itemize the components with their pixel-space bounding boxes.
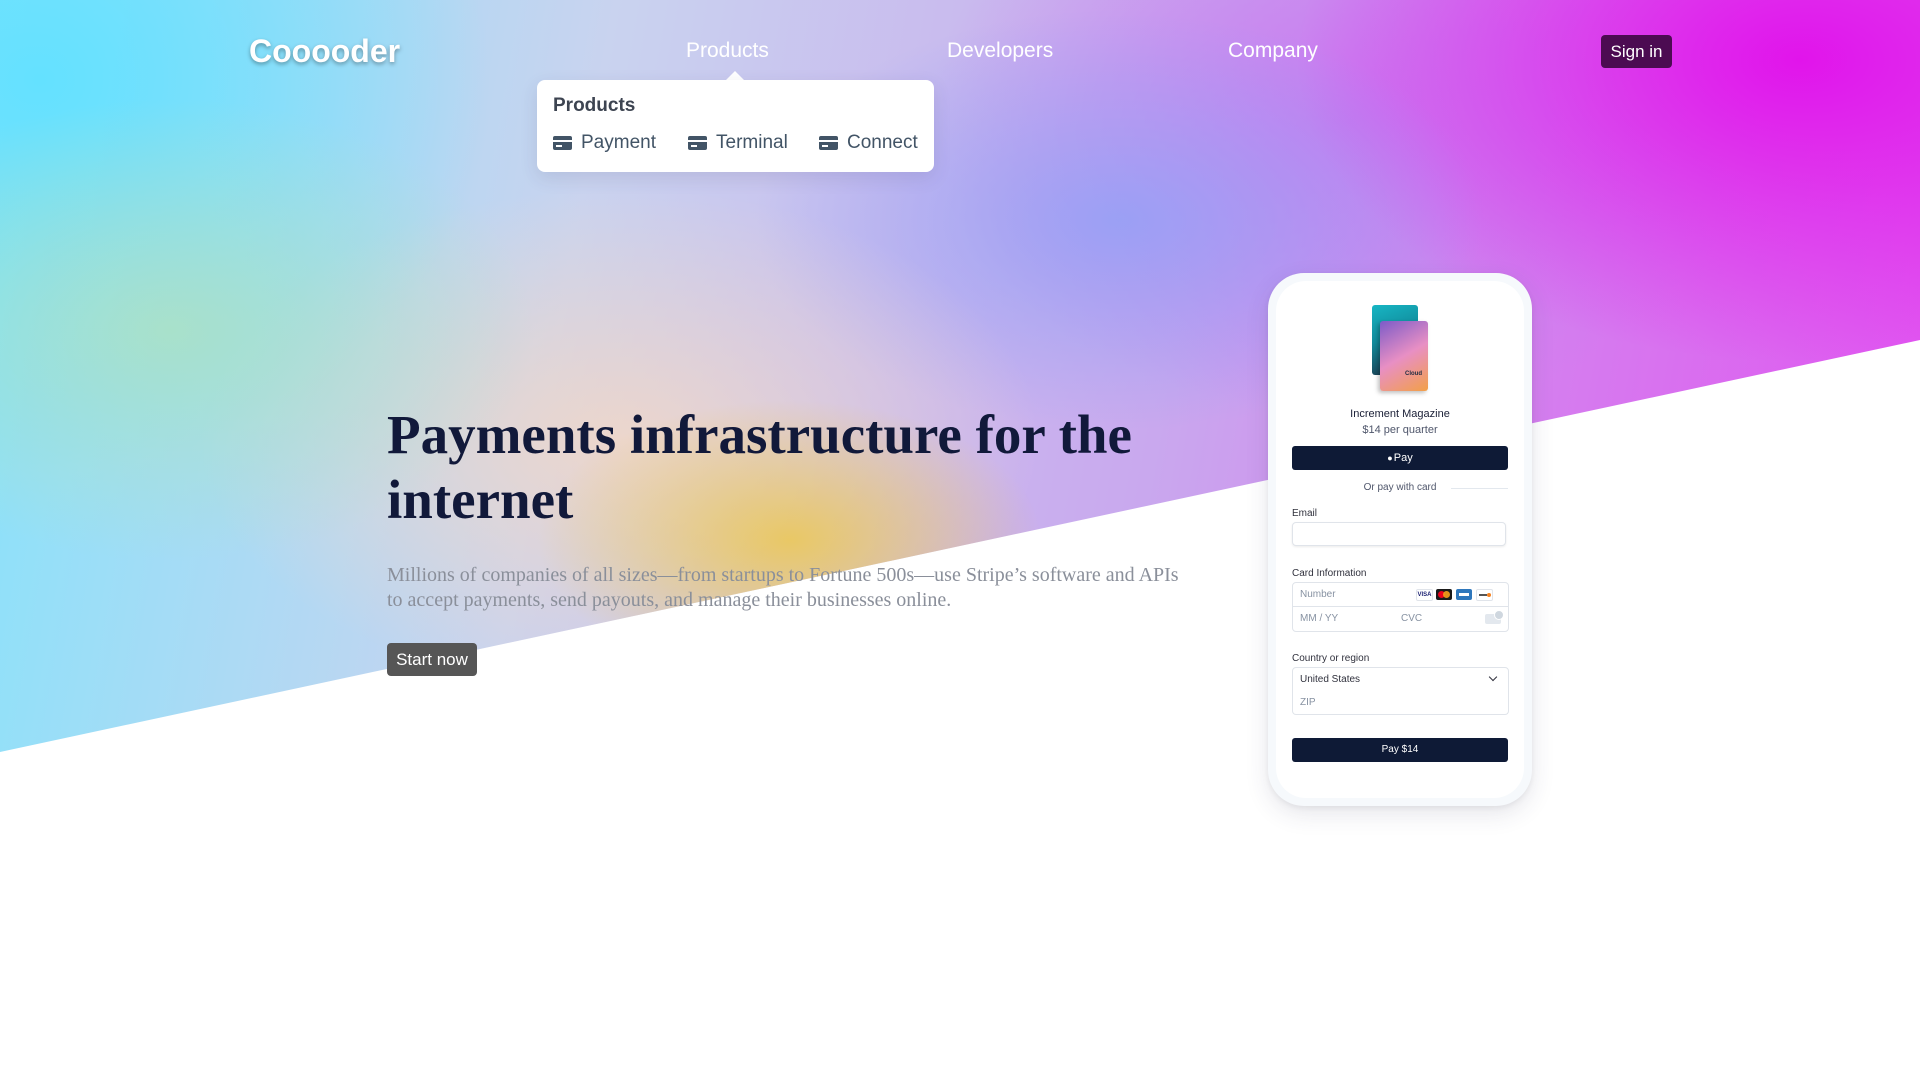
dropdown-item-label: Terminal xyxy=(716,132,788,153)
dropdown-title: Products xyxy=(553,95,636,116)
credit-card-icon xyxy=(688,136,707,150)
pay-button[interactable]: Pay $14 xyxy=(1292,738,1508,762)
card-cvc-field[interactable]: CVC xyxy=(1401,607,1508,631)
apple-logo-icon: ● xyxy=(1387,453,1393,463)
credit-card-icon xyxy=(553,136,572,150)
zip-placeholder: ZIP xyxy=(1300,697,1316,708)
email-field[interactable] xyxy=(1292,522,1506,546)
cvc-placeholder: CVC xyxy=(1401,613,1423,624)
card-expiry-field[interactable]: MM / YY xyxy=(1293,607,1400,631)
card-information-label: Card Information xyxy=(1292,568,1367,579)
dropdown-item-connect[interactable]: Connect xyxy=(819,132,918,154)
sign-in-button[interactable]: Sign in xyxy=(1601,35,1672,68)
apple-pay-label: Pay xyxy=(1393,452,1413,464)
mastercard-icon xyxy=(1436,589,1452,600)
email-label: Email xyxy=(1292,508,1318,519)
dropdown-item-terminal[interactable]: Terminal xyxy=(688,132,788,154)
card-information-group: Number VISA MM / YY CVC xyxy=(1292,582,1509,632)
start-now-button[interactable]: Start now xyxy=(387,643,477,676)
dropdown-item-label: Payment xyxy=(581,132,656,153)
checkout-screen: Cloud Increment Magazine $14 per quarter… xyxy=(1276,281,1524,798)
product-price: $14 per quarter xyxy=(1362,424,1438,436)
hero-subtext: Millions of companies of all sizes—from … xyxy=(387,564,1179,611)
hero-gradient-background xyxy=(0,0,1920,752)
visa-icon: VISA xyxy=(1416,589,1433,601)
country-label: Country or region xyxy=(1292,653,1370,664)
magazine-cover-text: Cloud xyxy=(1405,371,1422,377)
chevron-down-icon xyxy=(1488,672,1498,682)
phone-mockup: Cloud Increment Magazine $14 per quarter… xyxy=(1268,273,1532,806)
nav-link-company[interactable]: Company xyxy=(1228,39,1318,63)
product-name: Increment Magazine xyxy=(1350,408,1450,420)
dropdown-caret xyxy=(726,71,744,80)
dropdown-item-payment[interactable]: Payment xyxy=(553,132,656,154)
card-number-field[interactable]: Number VISA xyxy=(1293,583,1508,607)
products-dropdown: Products Payment Terminal Connect xyxy=(537,80,934,172)
country-select[interactable]: United States xyxy=(1292,667,1509,692)
zip-field[interactable]: ZIP xyxy=(1292,691,1509,715)
divider xyxy=(1451,488,1508,489)
nav-link-products[interactable]: Products xyxy=(686,39,769,63)
magazine-cover-image: Cloud xyxy=(1380,321,1428,391)
amex-icon xyxy=(1456,589,1472,600)
card-number-placeholder: Number xyxy=(1300,589,1336,600)
nav-link-developers[interactable]: Developers xyxy=(947,39,1053,63)
country-value: United States xyxy=(1300,674,1361,685)
credit-card-icon xyxy=(819,136,838,150)
expiry-placeholder: MM / YY xyxy=(1300,613,1339,624)
dropdown-item-label: Connect xyxy=(847,132,918,153)
apple-pay-button[interactable]: ●Pay xyxy=(1292,446,1508,470)
cvc-card-icon xyxy=(1485,610,1504,624)
site-logo[interactable]: Cooooder xyxy=(249,33,400,70)
discover-icon xyxy=(1476,589,1493,601)
hero-headline: Payments infrastructure for the internet xyxy=(387,404,1132,530)
